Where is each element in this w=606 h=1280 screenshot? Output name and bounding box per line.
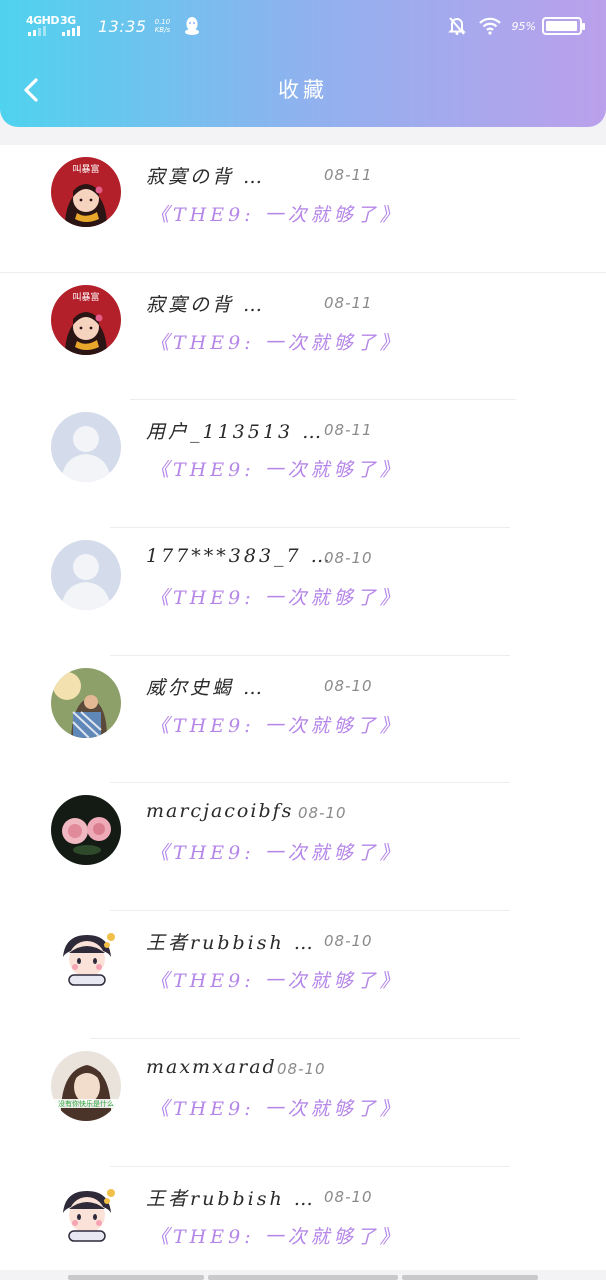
status-time: 13:35 <box>98 16 147 36</box>
favorite-date: 08-10 <box>324 1187 373 1206</box>
mute-bell-icon <box>447 17 466 35</box>
favorite-item[interactable]: 177***383_7 … 08-10 《THE9: 一次就够了》 <box>0 528 606 656</box>
favorite-song-title[interactable]: 《THE9: 一次就够了》 <box>150 1222 403 1249</box>
favorite-song-title[interactable]: 《THE9: 一次就够了》 <box>150 1094 403 1121</box>
cartoon-hug-icon <box>51 1178 121 1249</box>
page-title: 收藏 <box>278 78 328 102</box>
avatar[interactable] <box>51 667 121 738</box>
favorite-user-name: marcjacoibfs <box>146 800 294 823</box>
favorite-user-name: 王者rubbish … <box>146 1187 316 1210</box>
battery-percent: 95% <box>511 19 536 33</box>
default-user-icon <box>51 412 121 483</box>
favorite-date: 08-10 <box>324 932 373 951</box>
cartoon-girl-avatar-icon: 叫暴富 <box>51 284 121 355</box>
bottom-bar-segment <box>402 1275 538 1280</box>
favorite-date: 08-11 <box>324 421 373 440</box>
favorite-user-name: 寂寞の背 … <box>146 166 266 188</box>
signal-4g-icon: 4GHD <box>26 14 60 38</box>
favorite-date: 08-11 <box>324 166 373 184</box>
favorite-user-name: maxmxarad <box>146 1055 277 1078</box>
photo-girl-icon: 没有你快乐是什么 <box>51 1050 121 1121</box>
favorite-item[interactable]: 威尔史蝎 … 08-10 《THE9: 一次就够了》 <box>0 656 606 784</box>
favorite-date: 08-10 <box>277 1059 326 1078</box>
app-header: 4GHD 3G 13:35 0.10 KB/s 95% 收藏 <box>0 0 606 127</box>
avatar[interactable]: 叫暴富 <box>51 157 121 227</box>
status-bar: 4GHD 3G 13:35 0.10 KB/s 95% <box>0 0 606 52</box>
favorite-user-name: 寂寞の背 … <box>146 293 266 316</box>
avatar[interactable]: 没有你快乐是什么 <box>51 1050 121 1121</box>
favorite-item[interactable]: 王者rubbish … 08-10 《THE9: 一次就够了》 <box>0 1167 606 1271</box>
favorite-song-title[interactable]: 《THE9: 一次就够了》 <box>150 328 403 355</box>
favorite-song-title[interactable]: 《THE9: 一次就够了》 <box>150 200 403 227</box>
battery-icon <box>542 17 585 35</box>
bottom-bar-segment <box>208 1275 398 1280</box>
favorite-item[interactable]: 叫暴富 寂寞の背 … 08-11 《THE9: 一次就够了》 <box>0 145 606 273</box>
favorite-user-name: 177***383_7 … <box>146 545 333 568</box>
cartoon-hug-icon <box>51 923 121 994</box>
favorite-song-title[interactable]: 《THE9: 一次就够了》 <box>150 966 403 993</box>
favorite-song-title[interactable]: 《THE9: 一次就够了》 <box>150 711 403 738</box>
favorite-date: 08-10 <box>298 804 347 823</box>
avatar[interactable] <box>51 795 121 866</box>
favorite-user-name: 威尔史蝎 … <box>146 676 266 699</box>
bottom-bar-segment <box>68 1275 204 1280</box>
favorite-date: 08-10 <box>324 676 373 695</box>
qq-penguin-icon <box>185 17 200 35</box>
avatar-text: 叫暴富 <box>72 291 99 303</box>
avatar[interactable] <box>51 540 121 611</box>
favorite-date: 08-10 <box>324 549 373 568</box>
cartoon-girl-avatar-icon: 叫暴富 <box>51 157 121 227</box>
favorite-date: 08-11 <box>324 293 373 312</box>
favorite-item[interactable]: 没有你快乐是什么 maxmxarad 08-10 《THE9: 一次就够了》 <box>0 1039 606 1167</box>
favorite-item[interactable]: marcjacoibfs 08-10 《THE9: 一次就够了》 <box>0 783 606 912</box>
avatar[interactable] <box>51 412 121 483</box>
avatar[interactable]: 叫暴富 <box>51 284 121 355</box>
favorite-item[interactable]: 叫暴富 寂寞の背 … 08-11 《THE9: 一次就够了》 <box>0 273 606 401</box>
network-speed-unit: KB/s <box>154 26 171 34</box>
favorite-user-name: 王者rubbish … <box>146 932 316 955</box>
avatar-text: 没有你快乐是什么 <box>58 1099 114 1108</box>
favorite-user-name: 用户_113513 … <box>146 421 325 444</box>
default-user-icon <box>51 540 121 611</box>
favorite-item[interactable]: 用户_113513 … 08-11 《THE9: 一次就够了》 <box>0 400 606 529</box>
favorite-song-title[interactable]: 《THE9: 一次就够了》 <box>150 583 403 610</box>
wifi-icon <box>478 17 501 35</box>
favorites-list: 叫暴富 寂寞の背 … 08-11 《THE9: 一次就够了》 叫暴富 寂寞の背 … <box>0 145 606 1270</box>
network-speed: 0.10 KB/s <box>155 18 171 34</box>
signal-3g-icon: 3G <box>60 14 90 38</box>
photo-roses-icon <box>51 795 121 866</box>
avatar[interactable] <box>51 1178 121 1249</box>
avatar-text: 叫暴富 <box>72 163 99 175</box>
favorite-item[interactable]: 王者rubbish … 08-10 《THE9: 一次就够了》 <box>0 911 606 1039</box>
favorite-song-title[interactable]: 《THE9: 一次就够了》 <box>150 455 403 482</box>
favorite-song-title[interactable]: 《THE9: 一次就够了》 <box>150 838 403 865</box>
network-speed-value: 0.10 <box>154 18 171 26</box>
avatar[interactable] <box>51 923 121 994</box>
photo-couple-icon <box>51 667 121 738</box>
